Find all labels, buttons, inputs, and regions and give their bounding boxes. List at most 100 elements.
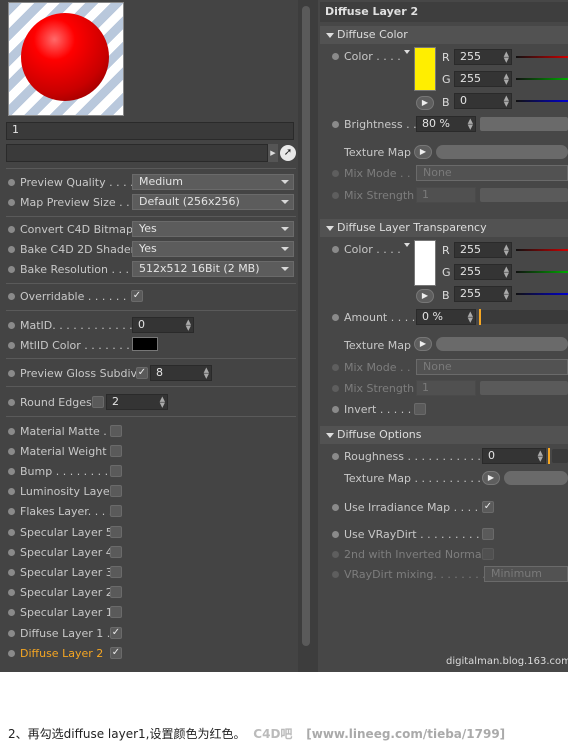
texture-map-slot[interactable] [436,145,568,159]
matid-input[interactable]: 0 ▲ ▼ [132,317,194,333]
g-slider[interactable] [516,271,568,273]
anim-dot-icon[interactable] [332,405,339,413]
anim-dot-icon[interactable] [332,169,339,177]
anim-dot-icon[interactable] [332,245,339,253]
layer-checkbox[interactable] [110,606,122,618]
vraydirt-mixing-dropdown[interactable]: Minimum [484,566,568,582]
r-slider[interactable] [516,56,568,58]
convert-c4d-dropdown[interactable]: Yes [132,221,294,237]
b-slider[interactable] [516,100,568,102]
roughness-slider[interactable] [552,449,568,463]
vraydirt-checkbox[interactable] [482,528,494,540]
preview-quality-dropdown[interactable]: Medium [132,174,294,190]
anim-dot-icon[interactable] [332,550,339,558]
anim-dot-icon[interactable] [332,452,339,460]
anim-dot-icon[interactable] [332,384,339,392]
anim-dot-icon[interactable] [332,313,339,321]
anim-dot-icon[interactable] [8,649,15,657]
anim-dot-icon[interactable] [332,503,339,511]
anim-dot-icon[interactable] [8,548,15,556]
texture-map-button[interactable]: ▶ [414,145,432,159]
layer-checkbox[interactable] [110,586,122,598]
pick-cursor-icon[interactable]: ➚ [280,145,296,161]
color-options-button[interactable]: ▶ [416,289,434,303]
anim-dot-icon[interactable] [332,191,339,199]
anim-dot-icon[interactable] [8,369,15,377]
layer-checkbox[interactable] [110,445,122,457]
preview-gloss-checkbox[interactable]: ✓ [136,367,148,379]
anim-dot-icon[interactable] [332,52,339,60]
brightness-slider[interactable] [480,117,568,131]
anim-dot-icon[interactable] [8,427,15,435]
link-field[interactable] [6,144,268,162]
overridable-checkbox[interactable]: ✓ [131,290,143,302]
anim-dot-icon[interactable] [8,487,15,495]
layer-checkbox[interactable] [110,425,122,437]
mix-mode-dropdown[interactable]: None [416,359,568,375]
layer-checkbox[interactable] [110,485,122,497]
layer-checkbox[interactable]: ✓ [110,627,122,639]
b-slider[interactable] [516,293,568,295]
roughness-slider-marker[interactable] [548,448,550,464]
transparency-color-swatch[interactable] [414,240,436,286]
b-input[interactable]: 0 ▲ ▼ [454,93,512,109]
round-edges-input[interactable]: 2 ▲ ▼ [106,394,168,410]
g-input[interactable]: 255 ▲ ▼ [454,71,512,87]
mix-strength-slider[interactable] [480,381,568,395]
inverted-normals-checkbox[interactable] [482,548,494,560]
vertical-scrollbar[interactable] [302,6,310,646]
roughness-input[interactable]: 0 ▲ ▼ [482,448,546,464]
anim-dot-icon[interactable] [8,225,15,233]
section-header-transparency[interactable]: Diffuse Layer Transparency [320,219,568,237]
anim-dot-icon[interactable] [332,363,339,371]
anim-dot-icon[interactable] [8,178,15,186]
anim-dot-icon[interactable] [8,629,15,637]
anim-dot-icon[interactable] [8,198,15,206]
color-picker-arrow-icon[interactable] [404,243,410,247]
anim-dot-icon[interactable] [8,528,15,536]
anim-dot-icon[interactable] [8,292,15,300]
anim-dot-icon[interactable] [8,398,15,406]
mtlid-color-swatch[interactable] [132,337,158,351]
mix-strength-slider[interactable] [480,188,568,202]
r-input[interactable]: 255 ▲ ▼ [454,49,512,65]
irradiance-checkbox[interactable]: ✓ [482,501,494,513]
anim-dot-icon[interactable] [8,608,15,616]
anim-dot-icon[interactable] [332,120,339,128]
b-input[interactable]: 255 ▲ ▼ [454,286,512,302]
layer-checkbox[interactable] [110,566,122,578]
color-picker-arrow-icon[interactable] [404,50,410,54]
layer-checkbox[interactable]: ✓ [110,647,122,659]
anim-dot-icon[interactable] [8,447,15,455]
map-preview-size-dropdown[interactable]: Default (256x256) [132,194,294,210]
invert-checkbox[interactable] [414,403,426,415]
anim-dot-icon[interactable] [8,341,15,349]
anim-dot-icon[interactable] [8,245,15,253]
bake-c4d-dropdown[interactable]: Yes [132,241,294,257]
r-input[interactable]: 255 ▲ ▼ [454,242,512,258]
anim-dot-icon[interactable] [332,570,339,578]
amount-slider[interactable] [480,310,568,324]
texture-map-button[interactable]: ▶ [482,471,500,485]
anim-dot-icon[interactable] [8,507,15,515]
texture-map-slot[interactable] [504,471,568,485]
layer-checkbox[interactable] [110,546,122,558]
anim-dot-icon[interactable] [332,530,339,538]
layer-checkbox[interactable] [110,505,122,517]
link-arrow-button[interactable]: ▶ [268,144,278,162]
color-options-button[interactable]: ▶ [416,96,434,110]
bake-resolution-dropdown[interactable]: 512x512 16Bit (2 MB) [132,261,294,277]
g-slider[interactable] [516,78,568,80]
anim-dot-icon[interactable] [8,265,15,273]
anim-dot-icon[interactable] [8,568,15,576]
color-swatch[interactable] [414,47,436,91]
anim-dot-icon[interactable] [8,588,15,596]
amount-input[interactable]: 0 % ▲ ▼ [416,309,476,325]
material-name-field[interactable]: 1 [6,122,294,140]
r-slider[interactable] [516,249,568,251]
mix-mode-dropdown[interactable]: None [416,165,568,181]
brightness-input[interactable]: 80 % ▲ ▼ [416,116,476,132]
section-header-diffuse-color[interactable]: Diffuse Color [320,26,568,44]
texture-map-slot[interactable] [436,337,568,351]
preview-gloss-input[interactable]: 8 ▲ ▼ [150,365,212,381]
